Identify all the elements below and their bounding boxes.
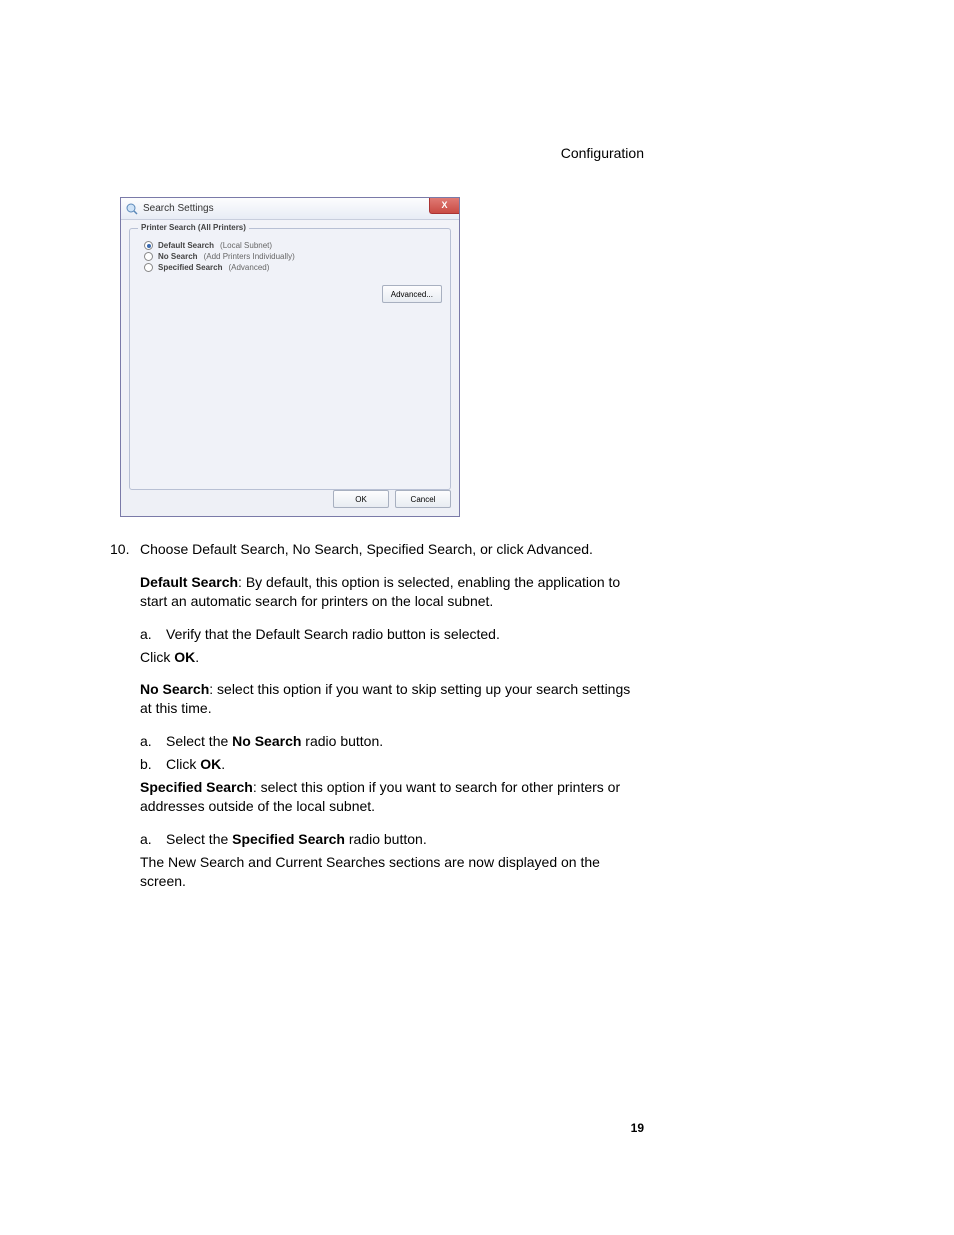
close-button[interactable]: X	[429, 198, 459, 214]
page-number: 19	[631, 1121, 644, 1135]
radio-specified-search[interactable]: Specified Search (Advanced)	[144, 263, 442, 272]
radio-default-search[interactable]: Default Search (Local Subnet)	[144, 241, 442, 250]
group-legend: Printer Search (All Printers)	[138, 223, 249, 232]
step-number: 10.	[110, 540, 140, 559]
radio-label: Specified Search	[158, 263, 222, 272]
search-globe-icon	[125, 202, 139, 216]
radio-icon	[144, 263, 153, 272]
radio-icon	[144, 241, 153, 250]
default-search-step-a: a. Verify that the Default Search radio …	[140, 625, 644, 644]
default-search-para: Default Search: By default, this option …	[140, 573, 644, 611]
no-search-step-b: b. Click OK.	[140, 755, 644, 774]
default-search-click-ok: Click OK.	[140, 648, 644, 667]
radio-desc: (Add Printers Individually)	[204, 252, 295, 261]
advanced-button[interactable]: Advanced...	[382, 285, 442, 303]
close-icon: X	[441, 201, 447, 210]
dialog-footer: OK Cancel	[333, 490, 451, 508]
instruction-text: 10. Choose Default Search, No Search, Sp…	[110, 540, 644, 890]
specified-search-step-a: a. Select the Specified Search radio but…	[140, 830, 644, 849]
radio-desc: (Advanced)	[228, 263, 269, 272]
step-text: Choose Default Search, No Search, Specif…	[140, 540, 593, 559]
cancel-button[interactable]: Cancel	[395, 490, 451, 508]
dialog-titlebar: Search Settings X	[121, 198, 459, 220]
no-search-para: No Search: select this option if you wan…	[140, 680, 644, 718]
radio-desc: (Local Subnet)	[220, 241, 272, 250]
radio-label: Default Search	[158, 241, 214, 250]
dialog-body: Printer Search (All Printers) Default Se…	[121, 220, 459, 516]
radio-icon	[144, 252, 153, 261]
section-header: Configuration	[561, 145, 644, 161]
dialog-screenshot: Search Settings X Printer Search (All Pr…	[120, 197, 460, 517]
ok-button[interactable]: OK	[333, 490, 389, 508]
dialog-title: Search Settings	[143, 203, 214, 214]
radio-no-search[interactable]: No Search (Add Printers Individually)	[144, 252, 442, 261]
printer-search-group: Printer Search (All Printers) Default Se…	[129, 228, 451, 490]
specified-search-para: Specified Search: select this option if …	[140, 778, 644, 816]
no-search-step-a: a. Select the No Search radio button.	[140, 732, 644, 751]
radio-label: No Search	[158, 252, 198, 261]
specified-search-note: The New Search and Current Searches sect…	[140, 853, 644, 891]
